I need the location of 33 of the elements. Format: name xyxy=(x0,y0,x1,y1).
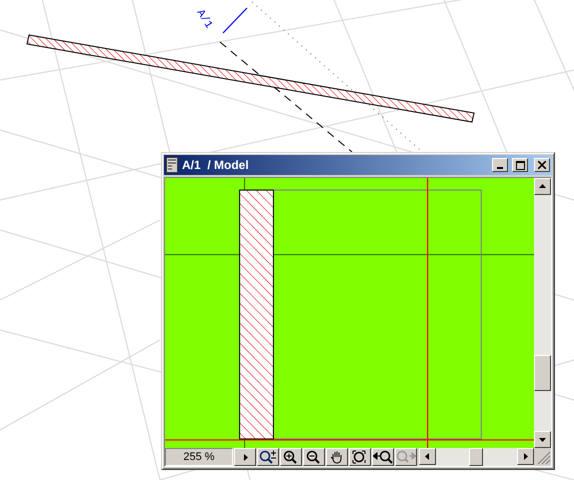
pan-button[interactable] xyxy=(326,448,348,466)
zoom-back-button[interactable] xyxy=(372,448,394,466)
scrollbar-thumb[interactable] xyxy=(534,355,551,391)
left-arrow-icon xyxy=(424,453,431,460)
down-arrow-icon xyxy=(539,436,546,443)
document-icon xyxy=(166,157,178,173)
horizontal-scrollbar[interactable] xyxy=(419,448,534,466)
zoom-fit-icon xyxy=(352,450,368,464)
minimize-button[interactable] xyxy=(492,158,508,172)
vertical-scrollbar[interactable] xyxy=(534,178,551,448)
zoom-out-icon xyxy=(306,450,322,464)
up-arrow-icon xyxy=(539,183,546,190)
zoom-back-icon xyxy=(373,450,393,464)
zoom-field[interactable]: 255 % xyxy=(165,448,233,466)
maximize-button[interactable] xyxy=(512,158,528,172)
close-button[interactable] xyxy=(534,158,550,172)
hand-icon xyxy=(330,450,344,464)
maximize-icon xyxy=(516,160,524,170)
scrollbar-thumb[interactable] xyxy=(469,448,483,466)
right-arrow-icon xyxy=(242,454,248,460)
fit-button[interactable] xyxy=(349,448,371,466)
zoom-toggle-button[interactable] xyxy=(257,448,279,466)
close-icon xyxy=(538,161,546,169)
section-label: A/1 xyxy=(194,8,214,31)
zoom-plus-minus-icon xyxy=(259,450,277,464)
zoom-forward-icon xyxy=(396,450,416,464)
zoom-out-button[interactable] xyxy=(303,448,325,466)
window-title: A/1 / Model xyxy=(182,158,250,172)
zoom-in-button[interactable] xyxy=(280,448,302,466)
right-arrow-icon xyxy=(522,453,529,460)
section-marker-line xyxy=(222,8,248,34)
zoom-in-icon xyxy=(283,450,299,464)
menu-arrow-button[interactable] xyxy=(234,448,256,466)
